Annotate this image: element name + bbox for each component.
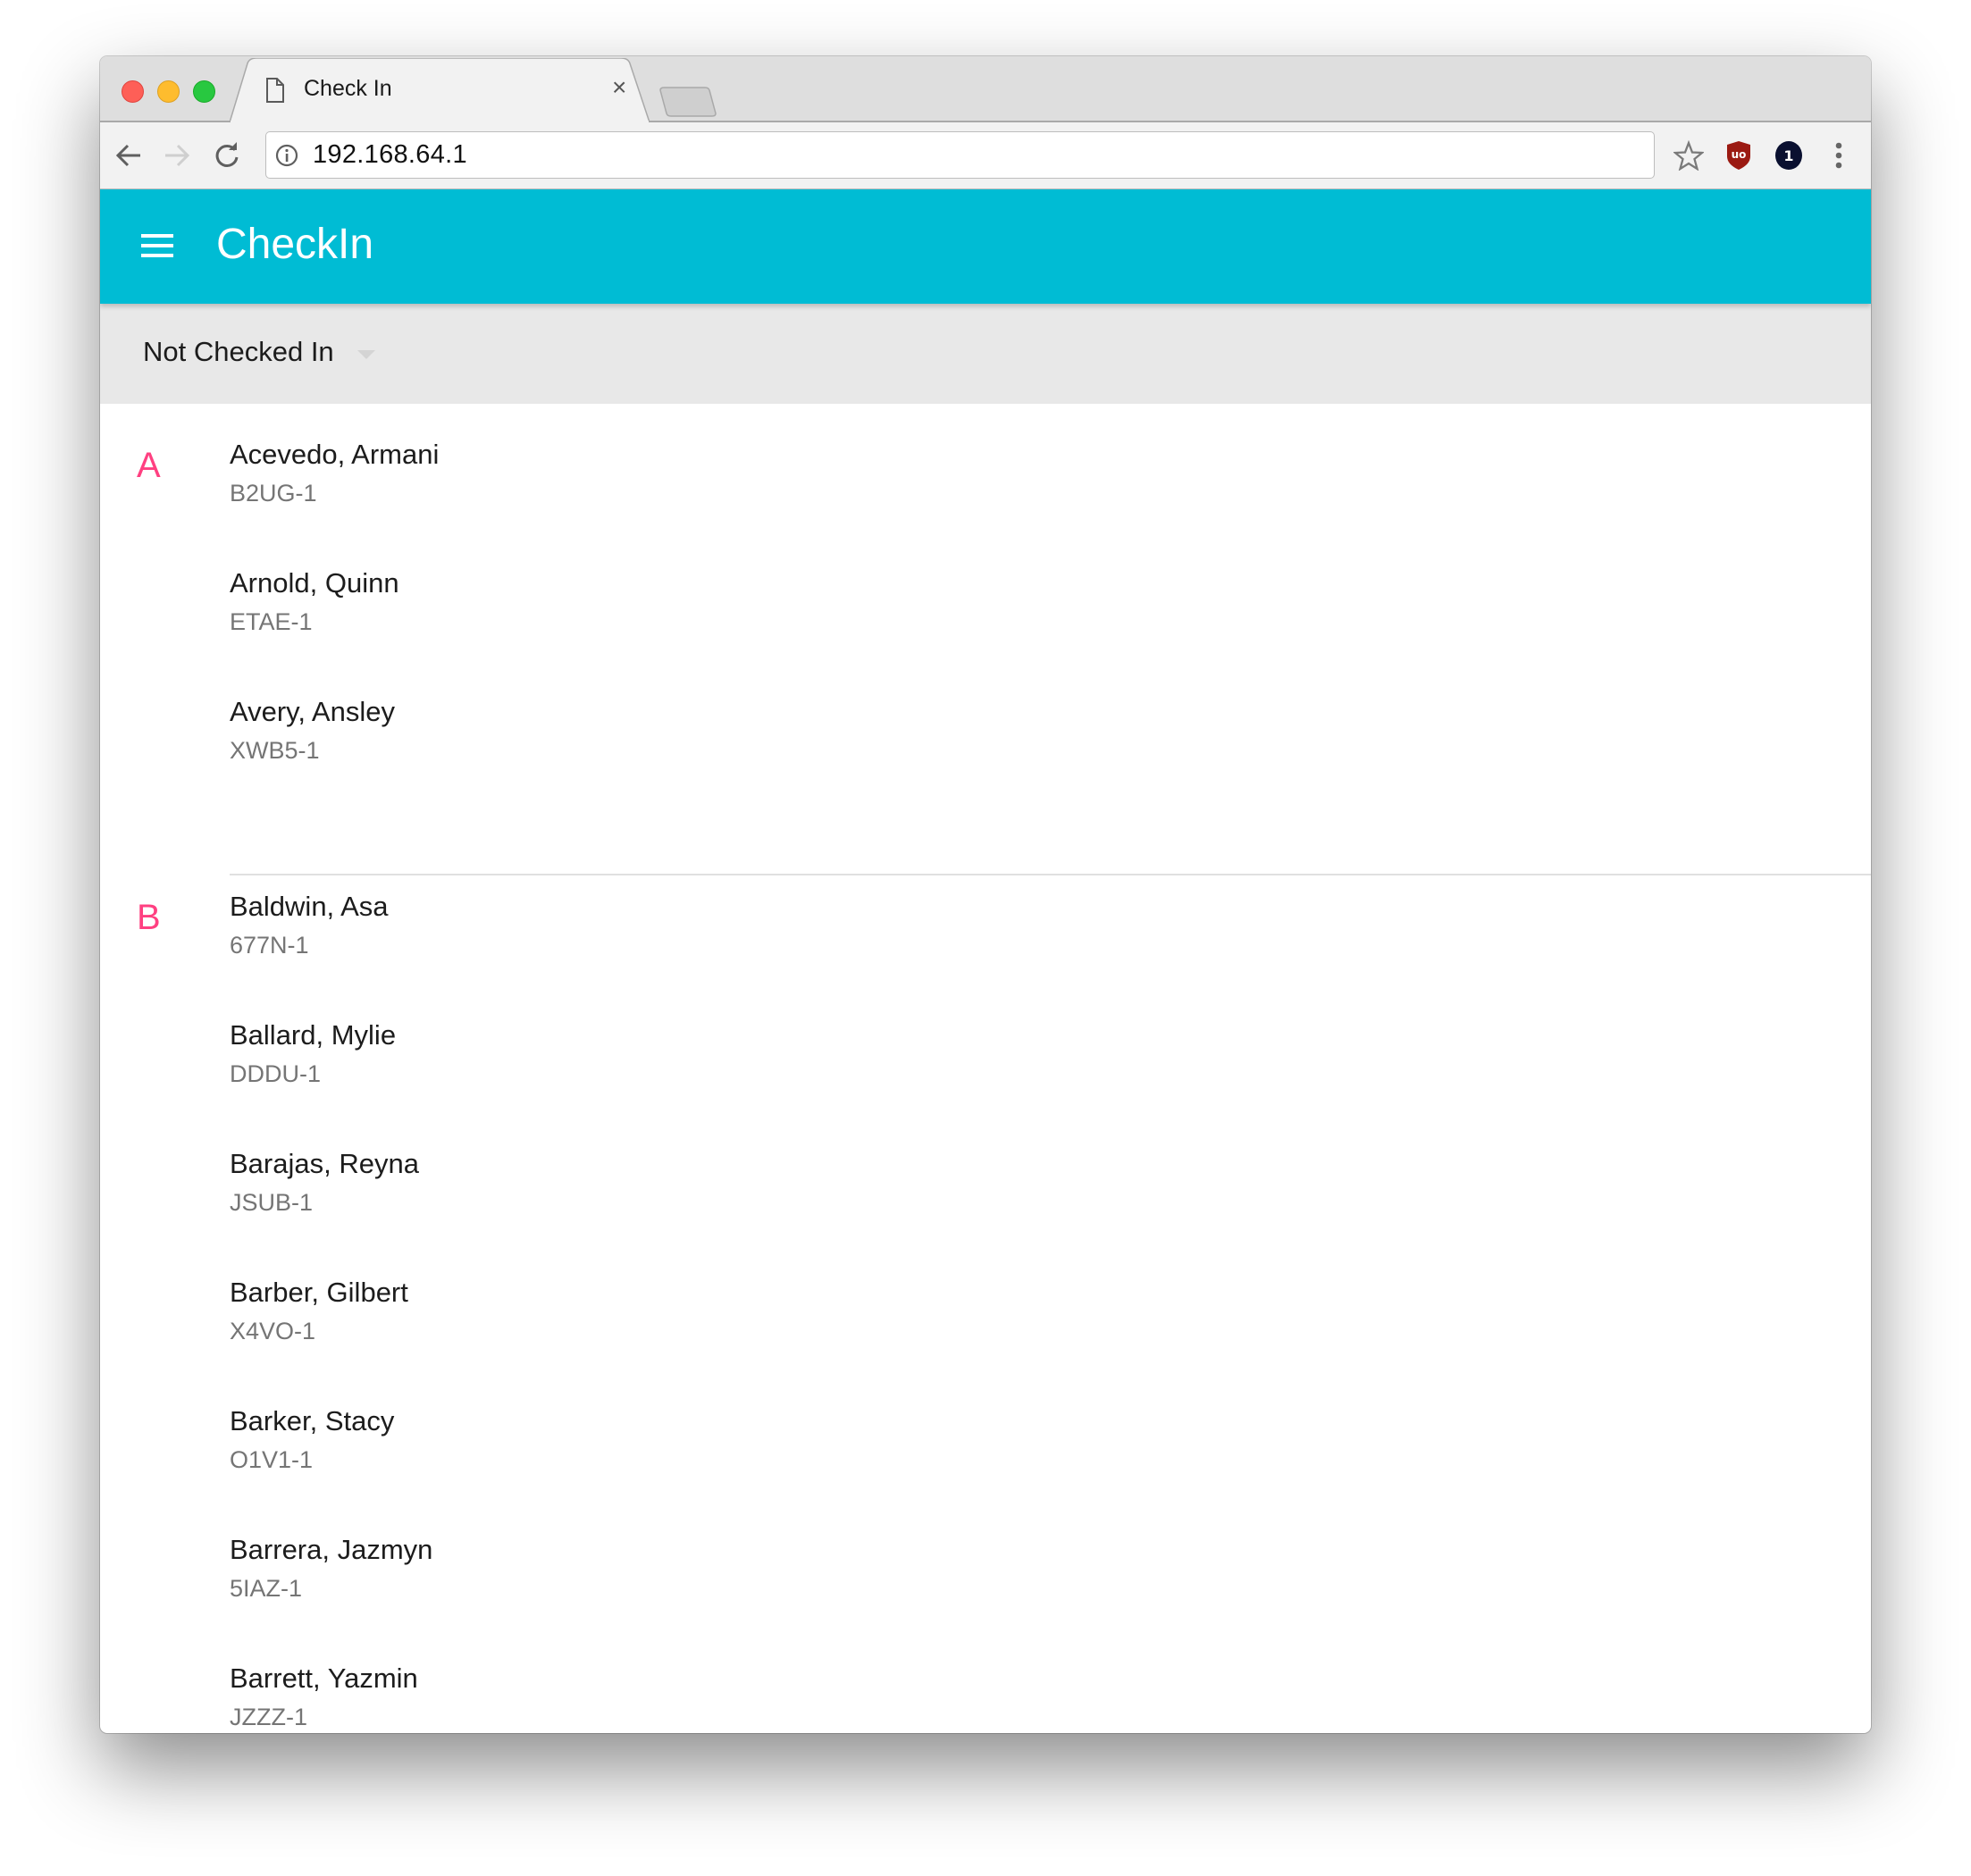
browser-menu-button[interactable]: [1824, 140, 1854, 171]
tab-title: Check In: [304, 76, 392, 101]
bookmark-button[interactable]: [1673, 140, 1704, 171]
person-code: XWB5-1: [230, 737, 320, 764]
info-icon[interactable]: [275, 144, 298, 167]
person-code: O1V1-1: [230, 1446, 314, 1473]
person-name: Barker, Stacy: [230, 1405, 395, 1436]
address-bar[interactable]: 192.168.64.1: [265, 131, 1655, 179]
person-name: Barrera, Jazmyn: [230, 1534, 433, 1565]
app-title: CheckIn: [216, 221, 374, 268]
filter-selected-value: Not Checked In: [143, 336, 334, 367]
list-item[interactable]: Baldwin, Asa 677N-1: [100, 856, 1871, 984]
person-name: Avery, Ansley: [230, 696, 395, 727]
svg-text:uo: uo: [1732, 148, 1747, 161]
close-window-button[interactable]: [122, 80, 144, 103]
list-item[interactable]: Ballard, Mylie DDDU-1: [100, 984, 1871, 1113]
person-code: JSUB-1: [230, 1189, 314, 1216]
list-item[interactable]: Barker, Stacy O1V1-1: [100, 1370, 1871, 1499]
list-item[interactable]: Barber, Gilbert X4VO-1: [100, 1242, 1871, 1370]
person-name: Ballard, Mylie: [230, 1019, 397, 1051]
person-name: Barajas, Reyna: [230, 1148, 419, 1179]
minimize-window-button[interactable]: [157, 80, 180, 103]
ublock-origin-icon: uo: [1727, 141, 1750, 170]
app-header: CheckIn: [100, 189, 1871, 304]
back-button[interactable]: [113, 139, 145, 172]
person-code: DDDU-1: [230, 1060, 322, 1087]
browser-window: Check In × 192.168.64.1 uo 1 CheckIn Not…: [100, 56, 1871, 1733]
reload-button[interactable]: [211, 139, 243, 172]
forward-button[interactable]: [161, 139, 193, 172]
person-code: ETAE-1: [230, 608, 313, 635]
reload-icon: [215, 142, 239, 167]
list-item[interactable]: Arnold, Quinn ETAE-1: [100, 532, 1871, 661]
svg-text:1: 1: [1783, 147, 1793, 164]
star-icon: [1673, 140, 1704, 171]
section-b: B Baldwin, Asa 677N-1 Ballard, Mylie DDD…: [100, 856, 1871, 1733]
person-name: Barber, Gilbert: [230, 1277, 408, 1308]
tab-check-in[interactable]: Check In ×: [230, 58, 650, 122]
onepassword-extension-button[interactable]: 1: [1774, 140, 1804, 171]
person-name: Baldwin, Asa: [230, 891, 389, 922]
person-name: Acevedo, Armani: [230, 439, 440, 470]
list-item[interactable]: Barrera, Jazmyn 5IAZ-1: [100, 1499, 1871, 1628]
status-filter-dropdown[interactable]: Not Checked In: [143, 336, 375, 368]
tab-shape: [230, 58, 650, 122]
maximize-window-button[interactable]: [193, 80, 215, 103]
ublock-extension-button[interactable]: uo: [1724, 140, 1754, 171]
filter-bar: Not Checked In: [100, 304, 1871, 404]
person-code: 677N-1: [230, 932, 309, 959]
person-code: B2UG-1: [230, 480, 317, 507]
tab-strip: Check In ×: [100, 56, 1871, 122]
browser-toolbar: 192.168.64.1 uo 1: [100, 122, 1871, 189]
arrow-right-icon: [165, 144, 190, 167]
chevron-down-icon: [356, 350, 375, 359]
onepassword-icon: 1: [1775, 141, 1802, 170]
list-item[interactable]: Avery, Ansley XWB5-1: [100, 661, 1871, 790]
list-item[interactable]: Acevedo, Armani B2UG-1: [100, 404, 1871, 532]
section-a: A Acevedo, Armani B2UG-1 Arnold, Quinn E…: [100, 404, 1871, 790]
kebab-menu-icon: [1835, 142, 1842, 169]
list-item[interactable]: Barrett, Yazmin JZZZ-1: [100, 1628, 1871, 1733]
person-name: Arnold, Quinn: [230, 567, 399, 599]
person-name: Barrett, Yazmin: [230, 1662, 418, 1694]
hamburger-menu-icon[interactable]: [141, 234, 173, 257]
attendee-list: A Acevedo, Armani B2UG-1 Arnold, Quinn E…: [100, 404, 1871, 1733]
person-code: X4VO-1: [230, 1318, 316, 1344]
tab-close-icon[interactable]: ×: [612, 73, 626, 102]
arrow-left-icon: [115, 144, 140, 167]
person-code: JZZZ-1: [230, 1704, 307, 1730]
list-item[interactable]: Barajas, Reyna JSUB-1: [100, 1113, 1871, 1242]
url-text[interactable]: 192.168.64.1: [313, 140, 467, 170]
new-tab-button[interactable]: [658, 87, 717, 117]
document-icon: [266, 78, 284, 103]
person-code: 5IAZ-1: [230, 1575, 303, 1602]
